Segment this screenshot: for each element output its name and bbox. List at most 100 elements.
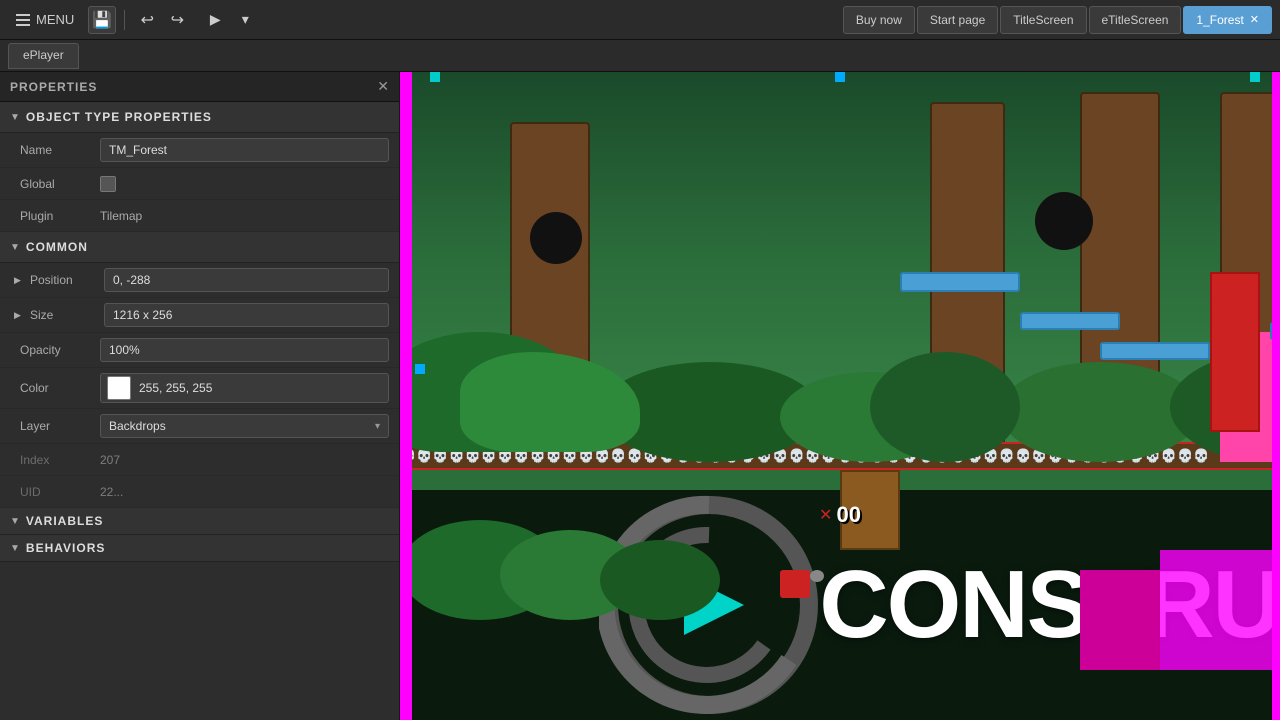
size-label: Size — [30, 308, 100, 322]
opacity-value[interactable]: 100% — [100, 338, 389, 362]
object-type-title: OBJECT TYPE PROPERTIES — [26, 110, 212, 124]
plugin-value: Tilemap — [100, 209, 142, 223]
behaviors-arrow: ▼ — [10, 543, 20, 554]
size-value[interactable]: 1216 x 256 — [104, 303, 389, 327]
lower-enemy-head — [810, 570, 824, 582]
layer-dropdown-arrow: ▾ — [375, 421, 380, 432]
uid-property-row: UID 22... — [0, 476, 399, 508]
lower-pink-block — [1160, 550, 1280, 670]
main-toolbar: MENU 💾 ↩ ↪ ▶ ▾ Buy now Start page TitleS… — [0, 0, 1280, 40]
tab-title-screen-label: TitleScreen — [1013, 13, 1073, 27]
menu-button[interactable]: MENU — [8, 8, 82, 31]
secondary-toolbar: ePlayer — [0, 40, 1280, 72]
selection-dot-left — [415, 364, 425, 374]
name-value[interactable]: TM_Forest — [100, 138, 389, 162]
color-label: Color — [20, 381, 100, 395]
tab-eplayer[interactable]: ePlayer — [8, 43, 79, 69]
object-type-arrow: ▼ — [10, 112, 20, 123]
undo-icon: ↩ — [141, 10, 154, 30]
global-label: Global — [20, 177, 100, 191]
variables-section-header[interactable]: ▼ VARIABLES — [0, 508, 399, 534]
common-section-header[interactable]: ▼ COMMON — [0, 232, 399, 263]
properties-content[interactable]: ▼ OBJECT TYPE PROPERTIES Name TM_Forest … — [0, 102, 399, 720]
redo-icon: ↪ — [171, 10, 184, 30]
object-type-section-header[interactable]: ▼ OBJECT TYPE PROPERTIES — [0, 102, 399, 133]
undo-button[interactable]: ↩ — [133, 6, 161, 34]
tree-hole-2 — [1035, 192, 1093, 250]
uid-value: 22... — [100, 485, 123, 499]
lower-enemy — [780, 570, 810, 598]
tree-hole-1 — [530, 212, 582, 264]
uid-label: UID — [20, 485, 100, 499]
tab-title-screen[interactable]: TitleScreen — [1000, 6, 1086, 34]
index-label: Index — [20, 453, 100, 467]
layer-value: Backdrops — [109, 419, 166, 433]
behaviors-section-header[interactable]: ▼ BEHAVIORS — [0, 535, 399, 561]
color-swatch[interactable] — [107, 376, 131, 400]
name-label: Name — [20, 143, 100, 157]
redo-button[interactable]: ↪ — [163, 6, 191, 34]
red-block-1 — [1210, 272, 1260, 432]
size-expand-arrow: ▶ — [14, 310, 26, 321]
undo-redo-group: ↩ ↪ — [133, 6, 191, 34]
save-icon: 💾 — [92, 10, 112, 30]
global-checkbox[interactable] — [100, 176, 116, 192]
lower-pink-block-2 — [1080, 570, 1160, 670]
tab-eplayer-label: ePlayer — [23, 48, 64, 62]
tab-close-icon[interactable]: ✕ — [1250, 13, 1259, 26]
position-value[interactable]: 0, -288 — [104, 268, 389, 292]
tab-1-forest[interactable]: 1_Forest ✕ — [1183, 6, 1272, 34]
hud: ✕ 00 — [819, 502, 861, 528]
color-value-container[interactable]: 255, 255, 255 — [100, 373, 389, 403]
play-dropdown-button[interactable]: ▾ — [231, 6, 259, 34]
main-area: PROPERTIES ✕ ▼ OBJECT TYPE PROPERTIES Na… — [0, 72, 1280, 720]
tab-buy-now-label: Buy now — [856, 13, 902, 27]
layer-property-row: Layer Backdrops ▾ — [0, 409, 399, 444]
panel-close-button[interactable]: ✕ — [377, 78, 389, 95]
hamburger-icon — [16, 14, 30, 26]
tab-start-page[interactable]: Start page — [917, 6, 998, 34]
variables-title: VARIABLES — [26, 514, 103, 528]
game-scene: 💀💀💀💀💀💀💀💀💀💀💀💀💀💀💀💀💀💀💀💀💀💀💀💀💀💀💀💀💀💀💀💀💀💀💀💀💀💀💀💀… — [400, 72, 1280, 720]
behaviors-section: ▼ BEHAVIORS — [0, 535, 399, 562]
tab-1-forest-label: 1_Forest — [1196, 13, 1243, 27]
tab-start-page-label: Start page — [930, 13, 985, 27]
tab-etitle-screen[interactable]: eTitleScreen — [1089, 6, 1182, 34]
play-button[interactable]: ▶ — [201, 6, 229, 34]
opacity-property-row: Opacity 100% — [0, 333, 399, 368]
panel-title: PROPERTIES — [10, 80, 97, 94]
selection-dot-1 — [430, 72, 440, 82]
variables-arrow: ▼ — [10, 516, 20, 527]
common-title: COMMON — [26, 240, 88, 254]
color-property-row: Color 255, 255, 255 — [0, 368, 399, 409]
tab-bar: Buy now Start page TitleScreen eTitleScr… — [843, 6, 1272, 34]
layer-label: Layer — [20, 419, 100, 433]
common-arrow: ▼ — [10, 242, 20, 253]
variables-section: ▼ VARIABLES — [0, 508, 399, 535]
plugin-property-row: Plugin Tilemap — [0, 200, 399, 232]
toolbar-divider — [124, 10, 125, 30]
tab-etitle-screen-label: eTitleScreen — [1102, 13, 1169, 27]
canvas-area[interactable]: 💀💀💀💀💀💀💀💀💀💀💀💀💀💀💀💀💀💀💀💀💀💀💀💀💀💀💀💀💀💀💀💀💀💀💀💀💀💀💀💀… — [400, 72, 1280, 720]
platform-2 — [1020, 312, 1120, 330]
pink-bar-right — [1272, 72, 1280, 720]
color-value: 255, 255, 255 — [139, 381, 212, 395]
index-value: 207 — [100, 453, 120, 467]
play-dropdown-icon: ▾ — [242, 11, 249, 28]
behaviors-title: BEHAVIORS — [26, 541, 105, 555]
selection-dot-2 — [1250, 72, 1260, 82]
plugin-label: Plugin — [20, 209, 100, 223]
layer-dropdown[interactable]: Backdrops ▾ — [100, 414, 389, 438]
position-property-row: ▶ Position 0, -288 — [0, 263, 399, 298]
save-button[interactable]: 💾 — [88, 6, 116, 34]
menu-label: MENU — [36, 12, 74, 27]
hud-number: 00 — [836, 502, 860, 528]
hud-lives-icon: ✕ — [819, 505, 832, 525]
platform-3 — [1100, 342, 1210, 360]
panel-header: PROPERTIES ✕ — [0, 72, 399, 102]
tab-buy-now[interactable]: Buy now — [843, 6, 915, 34]
position-label: Position — [30, 273, 100, 287]
global-property-row: Global — [0, 168, 399, 200]
index-property-row: Index 207 — [0, 444, 399, 476]
size-property-row: ▶ Size 1216 x 256 — [0, 298, 399, 333]
